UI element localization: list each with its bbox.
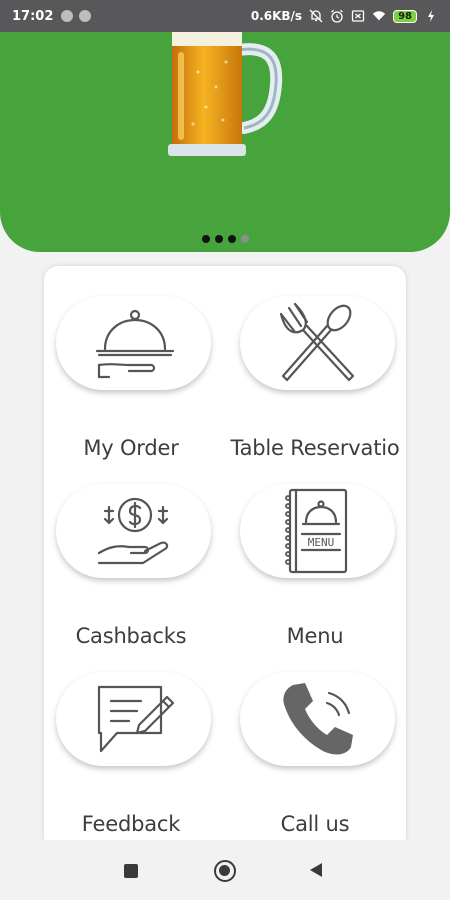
carousel-dot [201,235,210,243]
table-reservation-button[interactable] [240,296,395,390]
table-reservation-label: Table Reservatio [230,436,400,460]
call-us-label: Call us [280,812,350,836]
menu-card: My Order Table Reservatio Cashbacks MENU… [44,266,406,850]
feedback-label: Feedback [81,812,181,836]
feedback-button[interactable] [56,672,211,766]
notification-dot-icon [79,10,92,22]
my-order-button[interactable] [56,296,211,390]
recent-apps-icon[interactable] [124,864,138,878]
status-time: 17:02 [12,8,54,24]
cashbacks-button[interactable] [56,484,211,578]
carousel-dot [240,235,249,243]
cashbacks-label: Cashbacks [75,624,187,648]
wifi-icon [372,9,386,23]
charging-icon [424,9,438,23]
battery-icon: 98 [393,9,417,23]
promo-banner[interactable] [0,32,450,252]
phone-icon [282,683,353,755]
fork-spoon-icon [279,302,354,382]
alarm-icon [330,9,344,23]
menu-book-icon: MENU [284,488,347,574]
carousel-indicator [0,235,450,243]
feedback-icon [97,685,174,753]
beer-mug-icon [168,32,283,156]
sim-icon [351,9,365,23]
carousel-dot [227,235,236,243]
serving-cloche-icon [95,309,174,379]
menu-label: Menu [286,624,344,648]
my-order-label: My Order [83,436,179,460]
notification-dot-icon [61,10,74,22]
status-bar: 17:02 0.6KB/s 98 [0,0,450,32]
network-speed: 0.6KB/s [250,9,303,23]
svg-text:MENU: MENU [307,536,334,549]
menu-button[interactable]: MENU [240,484,395,578]
back-icon[interactable] [309,862,323,878]
cashback-icon [97,497,168,565]
bell-off-icon [309,9,323,23]
carousel-dot [214,235,223,243]
call-us-button[interactable] [240,672,395,766]
home-icon[interactable] [214,860,236,882]
